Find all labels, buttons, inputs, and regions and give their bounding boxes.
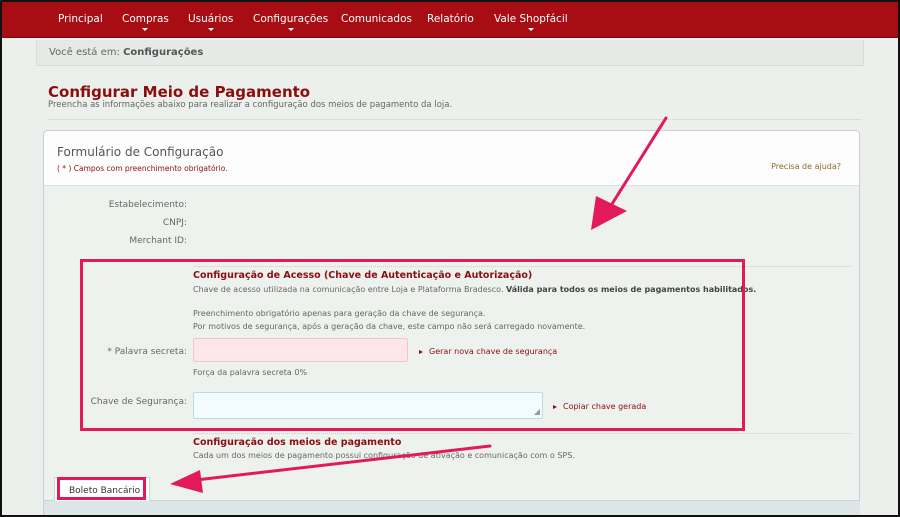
annotation-arrow (170, 444, 492, 493)
annotation-arrows (170, 116, 668, 493)
annotation-arrow (591, 116, 668, 230)
